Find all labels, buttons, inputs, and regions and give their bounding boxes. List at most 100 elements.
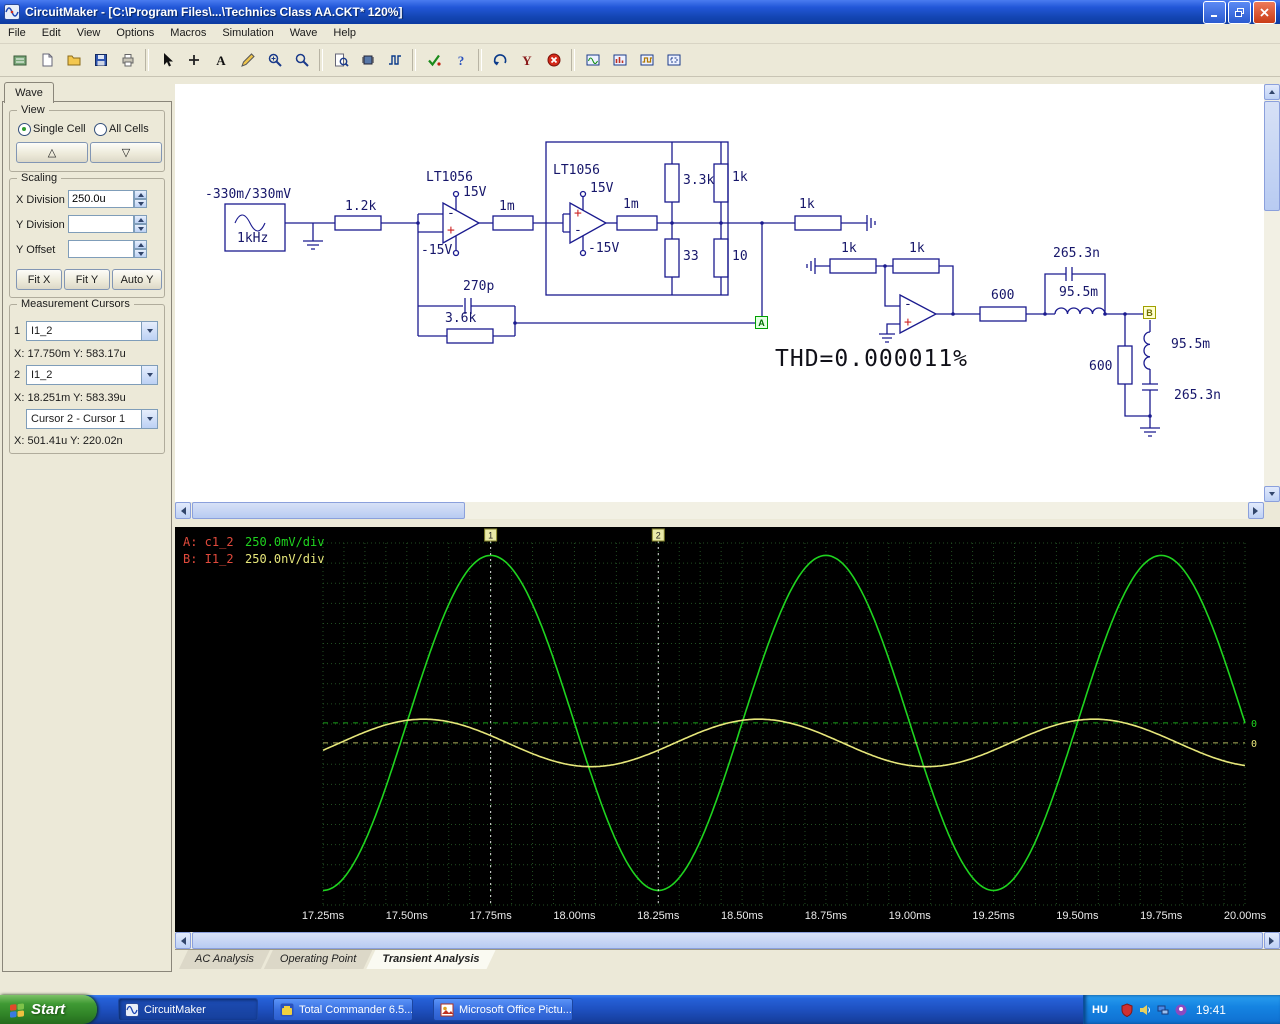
- app-icon: [4, 4, 20, 20]
- channel-a-legend: A: c1_2 250.0mV/div: [183, 535, 324, 549]
- cursor2-readout: X: 18.251m Y: 583.39u: [14, 392, 126, 404]
- cursor-diff-select[interactable]: Cursor 2 - Cursor 1: [26, 409, 158, 429]
- x-division-spinner[interactable]: [134, 190, 147, 208]
- toolbar-separator: [412, 49, 416, 71]
- print-button[interactable]: [114, 47, 141, 73]
- schematic-label: +: [904, 315, 912, 330]
- menu-file[interactable]: File: [0, 24, 34, 43]
- task-total-commander[interactable]: Total Commander 6.5...: [273, 998, 413, 1021]
- save-file-button[interactable]: [87, 47, 114, 73]
- tab-ac-analysis[interactable]: AC Analysis: [179, 950, 270, 969]
- task-circuitmaker[interactable]: CircuitMaker: [118, 998, 258, 1021]
- stop-simulation-button[interactable]: [540, 47, 567, 73]
- scope-hscroll-thumb[interactable]: [192, 932, 1263, 949]
- start-button[interactable]: Start: [0, 995, 97, 1024]
- oscilloscope-view[interactable]: 0 0 1 2 A: c1_2 250.0mV/div B: I1_2 250.0nV/d…: [175, 527, 1280, 932]
- menu-simulation[interactable]: Simulation: [214, 24, 281, 43]
- volume-icon[interactable]: [1138, 1003, 1152, 1017]
- menu-wave[interactable]: Wave: [282, 24, 326, 43]
- schematic-label: 95.5m: [1059, 285, 1099, 300]
- help-button[interactable]: ?: [447, 47, 474, 73]
- cursor1-dropdown-icon[interactable]: [141, 322, 157, 340]
- expand-window-button[interactable]: [660, 47, 687, 73]
- schematic-canvas[interactable]: -330m/330mV 1kHz 1.2k LT1056 15V -15V 1m LT1056…: [175, 84, 1264, 502]
- digital-scope-button[interactable]: [633, 47, 660, 73]
- start-label: Start: [31, 1001, 66, 1018]
- scroll-right-icon[interactable]: [1248, 502, 1264, 519]
- scroll-down-icon[interactable]: [1264, 486, 1280, 502]
- part-properties-button[interactable]: [354, 47, 381, 73]
- cursor1-signal-select[interactable]: I1_2: [26, 321, 158, 341]
- cursor2-dropdown-icon[interactable]: [141, 366, 157, 384]
- scaling-group-label: Scaling: [17, 172, 62, 184]
- text-tool-button[interactable]: A: [207, 47, 234, 73]
- single-cell-radio[interactable]: [18, 123, 31, 136]
- hscroll-thumb[interactable]: [192, 502, 465, 519]
- channel-b-name: B: I1_2: [183, 552, 234, 566]
- schematic-vscrollbar[interactable]: [1264, 84, 1280, 502]
- fit-x-button[interactable]: Fit X: [16, 269, 62, 290]
- schematic-label: -330m/330mV: [205, 187, 292, 202]
- auto-y-button[interactable]: Auto Y: [112, 269, 162, 290]
- delete-tool-button[interactable]: [234, 47, 261, 73]
- open-file-button[interactable]: [60, 47, 87, 73]
- scope-window-button[interactable]: [579, 47, 606, 73]
- restore-button[interactable]: [1228, 0, 1251, 24]
- network-icon[interactable]: [1156, 1003, 1170, 1017]
- vscroll-thumb[interactable]: [1264, 101, 1280, 211]
- probe-tool-button[interactable]: Y: [513, 47, 540, 73]
- x-division-input[interactable]: [68, 190, 134, 208]
- tab-operating-point[interactable]: Operating Point: [264, 950, 372, 969]
- taskbar-clock: 19:41: [1195, 1002, 1226, 1017]
- cursor2-signal-select[interactable]: I1_2: [26, 365, 158, 385]
- reset-simulation-button[interactable]: [486, 47, 513, 73]
- scope-hscrollbar[interactable]: [175, 932, 1280, 949]
- tab-transient-analysis[interactable]: Transient Analysis: [366, 950, 495, 969]
- new-file-button[interactable]: [33, 47, 60, 73]
- zoom-tool-button[interactable]: [288, 47, 315, 73]
- schematic-label: 1k: [841, 241, 857, 256]
- cursor-diff-dropdown-icon[interactable]: [141, 410, 157, 428]
- menu-options[interactable]: Options: [108, 24, 162, 43]
- title-bar: CircuitMaker - [C:\Program Files\...\Tec…: [0, 0, 1280, 24]
- menu-edit[interactable]: Edit: [34, 24, 69, 43]
- messenger-icon[interactable]: [1174, 1003, 1188, 1017]
- close-button[interactable]: [1253, 0, 1276, 24]
- menu-macros[interactable]: Macros: [162, 24, 214, 43]
- y-division-input[interactable]: [68, 215, 134, 233]
- digital-options-button[interactable]: [381, 47, 408, 73]
- schematic-hscrollbar[interactable]: [175, 502, 1264, 519]
- scope-scroll-left-icon[interactable]: [175, 932, 191, 949]
- analyses-window-button[interactable]: [606, 47, 633, 73]
- minimize-button[interactable]: [1203, 0, 1226, 24]
- all-cells-radio[interactable]: [94, 123, 107, 136]
- scroll-left-icon[interactable]: [175, 502, 191, 519]
- y-offset-input[interactable]: [68, 240, 134, 258]
- menu-view[interactable]: View: [69, 24, 109, 43]
- fit-y-button[interactable]: Fit Y: [64, 269, 110, 290]
- schematic-label: +: [574, 206, 582, 221]
- scope-scroll-right-icon[interactable]: [1264, 932, 1280, 949]
- y-offset-spinner[interactable]: [134, 240, 147, 258]
- language-indicator[interactable]: HU: [1092, 1004, 1108, 1016]
- arrow-tool-button[interactable]: [153, 47, 180, 73]
- find-part-button[interactable]: [327, 47, 354, 73]
- node-marker-a[interactable]: A: [755, 316, 768, 329]
- wave-previous-button[interactable]: △: [16, 142, 88, 163]
- channel-a-scale: 250.0mV/div: [245, 535, 325, 549]
- task-picture-manager[interactable]: Microsoft Office Pictu...: [433, 998, 573, 1021]
- zoom-in-tool-button[interactable]: [261, 47, 288, 73]
- schematic-label: -: [447, 206, 455, 221]
- run-simulation-button[interactable]: [420, 47, 447, 73]
- single-cell-label: Single Cell: [33, 123, 86, 135]
- menu-help[interactable]: Help: [325, 24, 364, 43]
- wire-tool-button[interactable]: [180, 47, 207, 73]
- schematic-button[interactable]: [6, 47, 33, 73]
- wave-panel-tab[interactable]: Wave: [4, 82, 54, 103]
- scroll-up-icon[interactable]: [1264, 84, 1280, 100]
- wave-next-button[interactable]: ▽: [90, 142, 162, 163]
- node-marker-b[interactable]: B: [1143, 306, 1156, 319]
- svg-text:2: 2: [656, 531, 661, 541]
- y-division-spinner[interactable]: [134, 215, 147, 233]
- antivirus-icon[interactable]: [1120, 1002, 1134, 1017]
